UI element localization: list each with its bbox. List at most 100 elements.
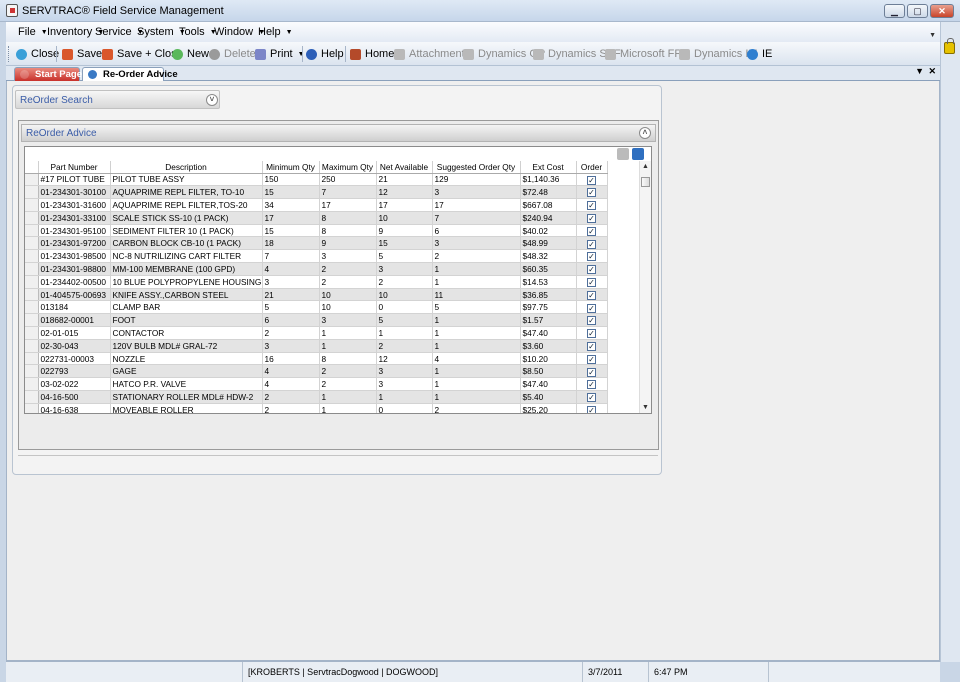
order-checkbox[interactable]: ✓ (587, 175, 596, 185)
print-button[interactable]: Print▼ (255, 47, 305, 61)
cell-net-available[interactable]: 1 (376, 326, 433, 340)
menu-file[interactable]: File ▼ (18, 26, 48, 38)
cell-part-number[interactable]: 04-16-638 (38, 403, 111, 413)
help-button[interactable]: Help (306, 47, 344, 61)
order-checkbox[interactable]: ✓ (587, 380, 596, 390)
cell-suggested-order-qty[interactable]: 7 (432, 211, 521, 225)
column-header-net-available[interactable]: Net Available (376, 161, 433, 174)
cell-minimum-qty[interactable]: 4 (262, 262, 320, 276)
new-button[interactable]: New (172, 47, 209, 61)
row-selector[interactable] (25, 364, 39, 379)
cell-minimum-qty[interactable]: 15 (262, 224, 320, 238)
cell-maximum-qty[interactable]: 3 (319, 313, 377, 328)
cell-net-available[interactable]: 21 (376, 173, 433, 187)
cell-suggested-order-qty[interactable]: 1 (432, 364, 521, 379)
cell-maximum-qty[interactable]: 2 (319, 262, 377, 276)
row-selector[interactable] (25, 198, 39, 212)
cell-description[interactable]: STATIONARY ROLLER MDL# HDW-2 (110, 390, 263, 404)
cell-part-number[interactable]: 01-234301-97200 (38, 236, 111, 251)
order-checkbox[interactable]: ✓ (587, 226, 596, 236)
cell-suggested-order-qty[interactable]: 6 (432, 224, 521, 238)
cell-net-available[interactable]: 1 (376, 390, 433, 404)
cell-minimum-qty[interactable]: 15 (262, 185, 320, 200)
table-row[interactable]: 03-02-022 HATCO P.R. VALVE 4 2 3 1 $47.40 ✓ (25, 377, 608, 392)
cell-net-available[interactable]: 0 (376, 403, 433, 413)
cell-maximum-qty[interactable]: 1 (319, 326, 377, 340)
minimize-button[interactable]: ▁ (884, 4, 905, 18)
cell-description[interactable]: PILOT TUBE ASSY (110, 173, 263, 187)
cell-net-available[interactable]: 3 (376, 377, 433, 392)
menu-tools[interactable]: Tools ▼ (179, 26, 217, 38)
cell-description[interactable]: 120V BULB MDL# GRAL-72 (110, 339, 263, 353)
row-selector[interactable] (25, 313, 39, 328)
cell-part-number[interactable]: 01-234301-98800 (38, 262, 111, 276)
column-header-suggested-order-qty[interactable]: Suggested Order Qty (432, 161, 521, 174)
cell-maximum-qty[interactable]: 2 (319, 377, 377, 392)
cell-net-available[interactable]: 3 (376, 262, 433, 276)
cell-minimum-qty[interactable]: 150 (262, 173, 320, 187)
cell-minimum-qty[interactable]: 2 (262, 403, 320, 413)
cell-ext-cost[interactable]: $97.75 (520, 300, 577, 315)
cell-net-available[interactable]: 17 (376, 198, 433, 212)
cell-description[interactable]: NOZZLE (110, 352, 263, 366)
menu-overflow-chevron-icon[interactable]: ▼ (929, 32, 936, 39)
tab-list-dropdown[interactable]: ▼ (915, 66, 924, 76)
order-checkbox[interactable]: ✓ (587, 341, 596, 351)
cell-ext-cost[interactable]: $25.20 (520, 403, 577, 413)
cell-part-number[interactable]: 04-16-500 (38, 390, 111, 404)
microsoft-frx-button[interactable]: Microsoft FRX (605, 47, 690, 61)
cell-minimum-qty[interactable]: 4 (262, 377, 320, 392)
close-window-button[interactable]: ✕ (930, 4, 954, 18)
cell-suggested-order-qty[interactable]: 2 (432, 249, 521, 264)
cell-minimum-qty[interactable]: 4 (262, 364, 320, 379)
row-selector[interactable] (25, 352, 39, 366)
cell-minimum-qty[interactable]: 34 (262, 198, 320, 212)
cell-net-available[interactable]: 5 (376, 313, 433, 328)
cell-maximum-qty[interactable]: 8 (319, 224, 377, 238)
cell-net-available[interactable]: 9 (376, 224, 433, 238)
cell-part-number[interactable]: 01-234301-98500 (38, 249, 111, 264)
table-row[interactable]: 013184 CLAMP BAR 5 10 0 5 $97.75 ✓ (25, 300, 608, 315)
cell-description[interactable]: SEDIMENT FILTER 10 (1 PACK) (110, 224, 263, 238)
save-button[interactable]: Save (62, 47, 102, 61)
order-checkbox[interactable]: ✓ (587, 265, 596, 275)
order-checkbox[interactable]: ✓ (587, 213, 596, 223)
order-checkbox[interactable]: ✓ (587, 277, 596, 287)
order-checkbox[interactable]: ✓ (587, 405, 596, 413)
grid-vertical-scrollbar[interactable]: ▲ ▼ (639, 161, 651, 413)
cell-suggested-order-qty[interactable]: 1 (432, 339, 521, 353)
cell-net-available[interactable]: 3 (376, 364, 433, 379)
table-row[interactable]: 018682-00001 FOOT 6 3 5 1 $1.57 ✓ (25, 313, 608, 328)
cell-minimum-qty[interactable]: 2 (262, 390, 320, 404)
cell-ext-cost[interactable]: $8.50 (520, 364, 577, 379)
cell-ext-cost[interactable]: $72.48 (520, 185, 577, 200)
order-checkbox[interactable]: ✓ (587, 188, 596, 198)
cell-part-number[interactable]: 01-234301-31600 (38, 198, 111, 212)
cell-maximum-qty[interactable]: 3 (319, 249, 377, 264)
cell-minimum-qty[interactable]: 18 (262, 236, 320, 251)
cell-net-available[interactable]: 15 (376, 236, 433, 251)
cell-net-available[interactable]: 5 (376, 249, 433, 264)
table-row[interactable]: 022793 GAGE 4 2 3 1 $8.50 ✓ (25, 364, 608, 379)
cell-description[interactable]: CONTACTOR (110, 326, 263, 340)
order-checkbox[interactable]: ✓ (587, 239, 596, 249)
table-row[interactable]: 04-16-500 STATIONARY ROLLER MDL# HDW-2 2 1 1… (25, 390, 608, 404)
row-selector[interactable] (25, 262, 39, 276)
cell-minimum-qty[interactable]: 17 (262, 211, 320, 225)
cell-minimum-qty[interactable]: 3 (262, 275, 320, 289)
cell-net-available[interactable]: 12 (376, 352, 433, 366)
table-row[interactable]: 02-30-043 120V BULB MDL# GRAL-72 3 1 2 1 $3.60… (25, 339, 608, 353)
cell-maximum-qty[interactable]: 1 (319, 390, 377, 404)
cell-ext-cost[interactable]: $48.99 (520, 236, 577, 251)
cell-maximum-qty[interactable]: 250 (319, 173, 377, 187)
lock-icon[interactable] (944, 38, 955, 54)
row-selector[interactable] (25, 249, 39, 264)
cell-net-available[interactable]: 10 (376, 288, 433, 302)
cell-description[interactable]: FOOT (110, 313, 263, 328)
cell-description[interactable]: CLAMP BAR (110, 300, 263, 315)
row-selector[interactable] (25, 403, 39, 413)
column-header-ext-cost[interactable]: Ext Cost (520, 161, 577, 174)
cell-description[interactable]: NC-8 NUTRILIZING CART FILTER (110, 249, 263, 264)
home-button[interactable]: Home (350, 47, 394, 61)
cell-suggested-order-qty[interactable]: 1 (432, 275, 521, 289)
